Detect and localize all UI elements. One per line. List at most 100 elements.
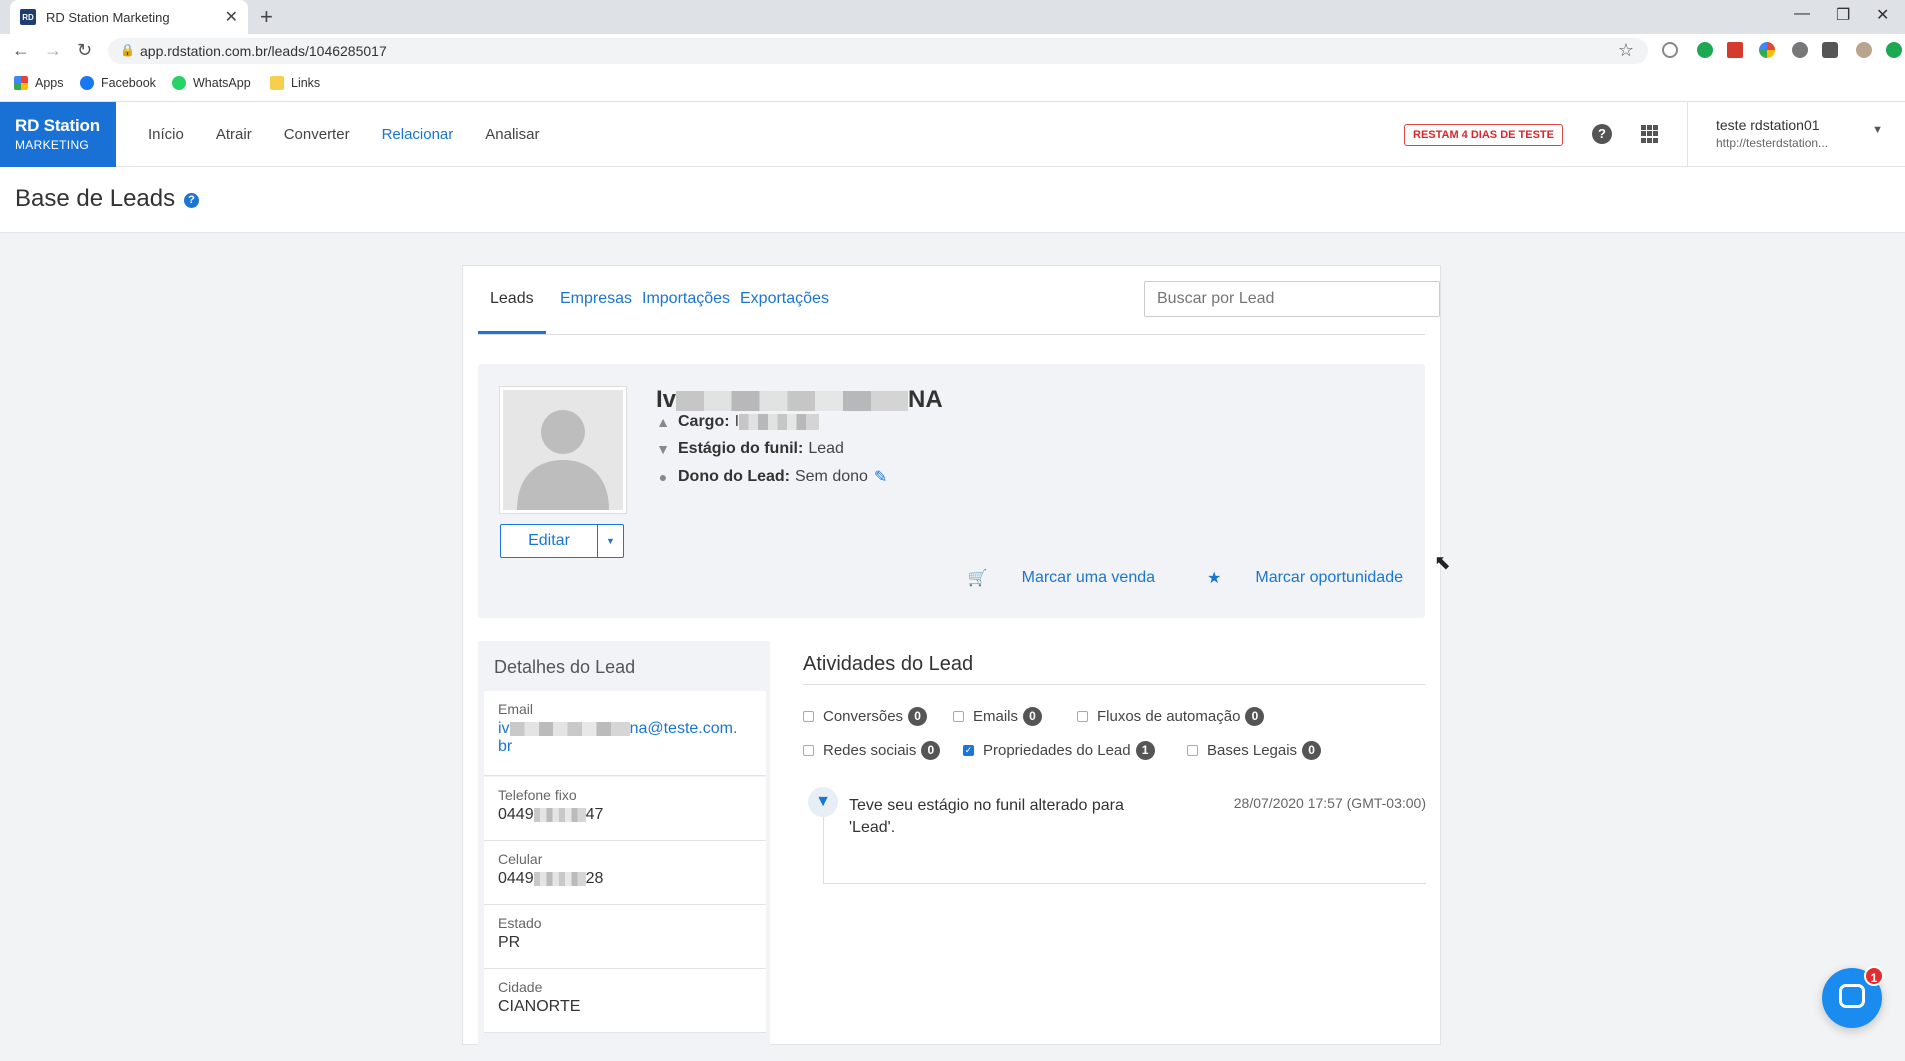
lead-actions: 🛒 Marcar uma venda ★ Marcar oportunidade (916, 568, 1403, 588)
filter-propriedades[interactable]: ✓ Propriedades do Lead 1 (963, 741, 1155, 760)
detail-estado: Estado PR (484, 905, 766, 969)
filter-bases-legais[interactable]: Bases Legais 0 (1187, 741, 1322, 760)
help-icon[interactable]: ? (1592, 124, 1612, 144)
detail-label: Email (498, 701, 534, 717)
nav-analisar[interactable]: Analisar (485, 126, 539, 143)
nav-converter[interactable]: Converter (284, 126, 350, 143)
funil-value: Lead (808, 440, 844, 457)
extension-info-icon[interactable] (1662, 42, 1678, 58)
checkbox[interactable] (803, 711, 814, 722)
apps-grid-icon[interactable] (1641, 125, 1659, 143)
account-menu[interactable]: teste rdstation01 http://testerdstation.… (1687, 102, 1905, 167)
profile-avatar-icon[interactable] (1856, 42, 1872, 58)
help-question-icon[interactable]: ? (184, 193, 199, 208)
back-icon[interactable]: ← (12, 40, 30, 61)
extension-grey-icon[interactable] (1792, 42, 1808, 58)
chat-notification-badge: 1 (1864, 966, 1884, 986)
mobile-start: 0449 (498, 870, 534, 887)
checkbox[interactable] (953, 711, 964, 722)
star-icon: ★ (1207, 570, 1222, 587)
bookmark-label: Links (291, 76, 321, 90)
bookmark-star-icon[interactable]: ☆ (1618, 40, 1634, 61)
redacted-block (533, 871, 586, 886)
restore-icon[interactable]: ❐ (1836, 5, 1850, 25)
detail-telefone: Telefone fixo 0449 47 (484, 777, 766, 841)
tab-leads[interactable]: Leads (490, 290, 534, 308)
lock-icon[interactable]: 🔒 (120, 43, 135, 57)
extension-red-icon[interactable] (1727, 42, 1743, 58)
close-window-icon[interactable]: ✕ (1876, 5, 1889, 25)
redacted-block (739, 414, 820, 430)
lead-funnel-stage: ▼ Estágio do funil: Lead (656, 440, 844, 458)
nav-inicio[interactable]: Início (148, 126, 184, 143)
page-title-bar: Base de Leads ? (0, 167, 1905, 233)
active-tab-underline (478, 331, 546, 334)
extensions-puzzle-icon[interactable] (1822, 42, 1838, 58)
logo-line2: MARKETING (15, 138, 90, 152)
logo-line1: RD Station (15, 116, 100, 135)
browser-tab[interactable]: RD RD Station Marketing ✕ (10, 0, 248, 34)
activity-timeline: ▼ Teve seu estágio no funil alterado par… (808, 787, 1426, 884)
estado-value: PR (498, 934, 521, 951)
detail-label: Cidade (498, 979, 543, 995)
filter-fluxos[interactable]: Fluxos de automação 0 (1077, 707, 1265, 726)
trial-badge[interactable]: RESTAM 4 DIAS DE TESTE (1404, 124, 1563, 146)
browser-toolbar: ← → ↻ 🔒 app.rdstation.com.br/leads/10462… (0, 34, 1905, 68)
tab-exportacoes[interactable]: Exportações (740, 290, 829, 308)
nav-atrair[interactable]: Atrair (216, 126, 252, 143)
edit-dropdown-caret-icon[interactable]: ▼ (598, 524, 624, 558)
mark-sale-link[interactable]: 🛒 Marcar uma venda (942, 568, 1155, 588)
rd-favicon-icon: RD (20, 9, 36, 25)
checkbox[interactable] (1187, 745, 1198, 756)
minimize-icon[interactable]: — (1794, 5, 1810, 23)
checkbox-checked[interactable]: ✓ (963, 745, 974, 756)
filter-emails[interactable]: Emails 0 (953, 707, 1043, 726)
rd-station-logo[interactable]: RD Station MARKETING (0, 102, 116, 167)
tab-title: RD Station Marketing (46, 9, 170, 25)
lead-cargo: ▲ Cargo: I (656, 413, 820, 431)
edit-button-group: Editar ▼ (500, 524, 624, 558)
email-end: na@teste.com. (629, 720, 738, 737)
bookmark-links[interactable]: Links (270, 76, 320, 90)
reload-icon[interactable]: ↻ (77, 40, 92, 61)
extension-green2-icon[interactable] (1886, 42, 1902, 58)
funil-label: Estágio do funil: (678, 440, 804, 457)
leads-card: Leads Empresas Importações Exportações E… (462, 265, 1441, 1061)
detail-email: Email iv na@teste.com. br (484, 691, 766, 776)
checkbox[interactable] (803, 745, 814, 756)
filter-conversoes[interactable]: Conversões 0 (803, 707, 928, 726)
extension-green-icon[interactable] (1697, 42, 1713, 58)
nav-relacionar[interactable]: Relacionar (382, 126, 454, 143)
new-tab-icon[interactable]: + (260, 4, 273, 30)
filter-redes-sociais[interactable]: Redes sociais 0 (803, 741, 941, 760)
filter-label: Propriedades do Lead (983, 742, 1131, 759)
filter-label: Redes sociais (823, 742, 917, 759)
address-bar[interactable]: 🔒 app.rdstation.com.br/leads/1046285017 … (108, 38, 1648, 64)
detail-label: Celular (498, 851, 543, 867)
details-title: Detalhes do Lead (494, 657, 636, 677)
tab-empresas[interactable]: Empresas (560, 290, 632, 308)
bookmark-apps[interactable]: Apps (14, 76, 64, 90)
edit-pencil-icon[interactable]: ✎ (874, 467, 887, 487)
count-badge: 0 (908, 707, 928, 726)
bookmark-whatsapp[interactable]: WhatsApp (172, 76, 251, 90)
chat-bubble-icon (1839, 984, 1865, 1008)
search-input[interactable] (1144, 281, 1440, 317)
activity-filters: Conversões 0 Emails 0 Fluxos de automação 0… (803, 685, 1425, 765)
google-extension-icon[interactable] (1759, 42, 1775, 58)
filter-label: Bases Legais (1207, 742, 1298, 759)
mobile-end: 28 (585, 870, 604, 887)
mark-sale-label: Marcar uma venda (1021, 569, 1156, 586)
checkbox[interactable] (1077, 711, 1088, 722)
tab-importacoes[interactable]: Importações (642, 290, 730, 308)
email-line2: br (498, 738, 513, 755)
email-value[interactable]: iv na@teste.com. br (498, 720, 752, 756)
forward-icon[interactable]: → (44, 40, 62, 61)
close-tab-icon[interactable]: ✕ (225, 7, 238, 27)
filter-label: Fluxos de automação (1097, 708, 1241, 725)
bookmark-facebook[interactable]: Facebook (80, 76, 156, 90)
mark-opportunity-link[interactable]: ★ Marcar oportunidade (1181, 568, 1403, 588)
edit-button[interactable]: Editar (500, 524, 598, 558)
bookmark-label: Apps (35, 76, 64, 90)
chat-widget-button[interactable]: 1 (1822, 966, 1884, 1028)
